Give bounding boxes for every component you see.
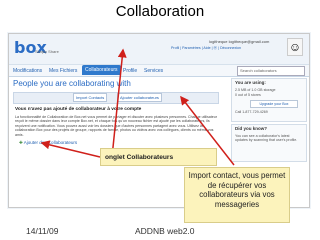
callout-onglet: onglet Collaborateurs [100, 148, 217, 166]
callout-import: Import contact, vous permet de récupérer… [184, 167, 290, 223]
arrow-to-nav-tab [111, 48, 127, 158]
footer-text: ADDNB web2.0 [135, 226, 195, 236]
footer-date: 14/11/09 [26, 226, 59, 236]
arrow-to-add-link [40, 140, 101, 158]
